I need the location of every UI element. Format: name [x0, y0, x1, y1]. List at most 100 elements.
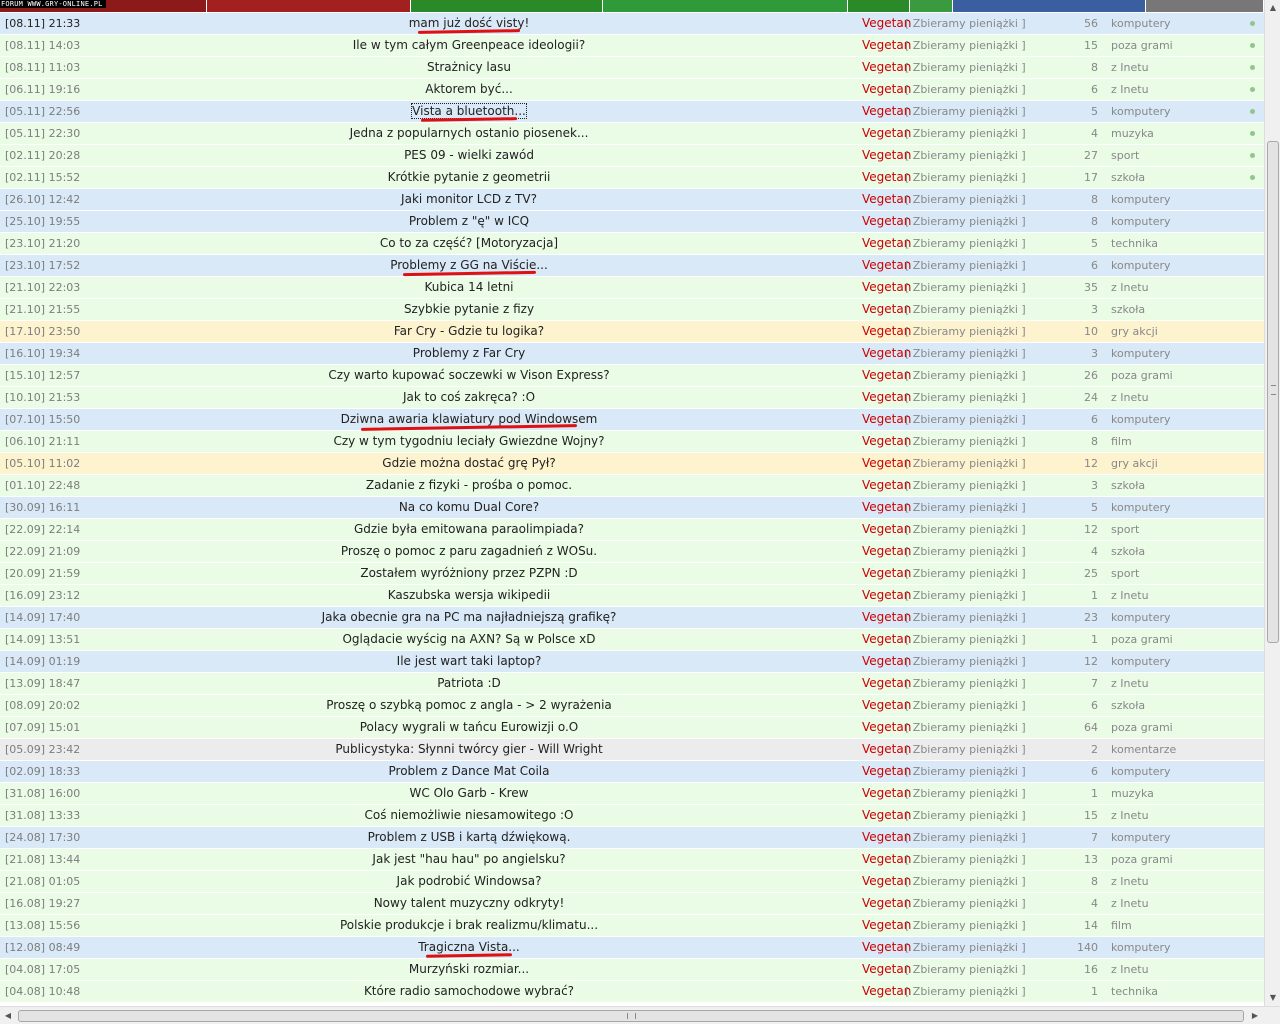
- thread-author-link[interactable]: Vegetan: [862, 959, 911, 980]
- thread-row[interactable]: [13.09] 18:47 Patriota :D Vegetan[ Zbieram…: [0, 673, 1264, 695]
- thread-row[interactable]: [07.10] 15:50 Dziwna awaria klawiatury po…: [0, 409, 1264, 431]
- thread-author-link[interactable]: Vegetan: [862, 761, 911, 782]
- thread-category-link[interactable]: gry akcji: [1111, 453, 1158, 474]
- thread-category-link[interactable]: muzyka: [1111, 123, 1154, 144]
- thread-row[interactable]: [24.08] 17:30 Problem z USB i kartą dźwię…: [0, 827, 1264, 849]
- thread-category-link[interactable]: z Inetu: [1111, 387, 1149, 408]
- thread-row[interactable]: [07.09] 15:01 Polacy wygrali w tańcu Euro…: [0, 717, 1264, 739]
- thread-title-link[interactable]: Publicystyka: Słynni twórcy gier - Will …: [320, 739, 618, 760]
- thread-author-link[interactable]: Vegetan: [862, 189, 911, 210]
- thread-author-link[interactable]: Vegetan: [862, 145, 911, 166]
- thread-category-link[interactable]: z Inetu: [1111, 57, 1149, 78]
- thread-title-link[interactable]: Far Cry - Gdzie tu logika?: [320, 321, 618, 342]
- thread-row[interactable]: [16.09] 23:12 Kaszubska wersja wikipedii V…: [0, 585, 1264, 607]
- thread-author-link[interactable]: Vegetan: [862, 871, 911, 892]
- thread-author-link[interactable]: Vegetan: [862, 409, 911, 430]
- thread-title-link[interactable]: Strażnicy lasu: [320, 57, 618, 78]
- thread-row[interactable]: [14.09] 17:40 Jaka obecnie gra na PC ma n…: [0, 607, 1264, 629]
- thread-category-link[interactable]: komputery: [1111, 409, 1171, 430]
- thread-row[interactable]: [16.08] 19:27 Nowy talent muzyczny odkryt…: [0, 893, 1264, 915]
- thread-row[interactable]: [02.11] 15:52 Krótkie pytanie z geometrii…: [0, 167, 1264, 189]
- thread-author-link[interactable]: Vegetan: [862, 519, 911, 540]
- thread-title-link[interactable]: Szybkie pytanie z fizy: [320, 299, 618, 320]
- thread-author-link[interactable]: Vegetan: [862, 607, 911, 628]
- thread-row[interactable]: [15.10] 12:57 Czy warto kupować soczewki …: [0, 365, 1264, 387]
- thread-title-link[interactable]: Czy warto kupować soczewki w Vison Expre…: [320, 365, 618, 386]
- thread-author-link[interactable]: Vegetan: [862, 35, 911, 56]
- thread-author-link[interactable]: Vegetan: [862, 849, 911, 870]
- thread-author-link[interactable]: Vegetan: [862, 783, 911, 804]
- thread-category-link[interactable]: film: [1111, 915, 1132, 936]
- thread-title-link[interactable]: Nowy talent muzyczny odkryty!: [320, 893, 618, 914]
- thread-title-link[interactable]: Gdzie można dostać grę Pył?: [320, 453, 618, 474]
- thread-category-link[interactable]: z Inetu: [1111, 585, 1149, 606]
- thread-row[interactable]: [23.10] 17:52 Problemy z GG na Viście... V…: [0, 255, 1264, 277]
- thread-row[interactable]: [04.08] 10:48 Które radio samochodowe wyb…: [0, 981, 1264, 1003]
- thread-row[interactable]: [31.08] 13:33 Coś niemożliwie niesamowite…: [0, 805, 1264, 827]
- horizontal-scroll-thumb[interactable]: [18, 1010, 1244, 1022]
- thread-row[interactable]: [06.10] 21:11 Czy w tym tygodniu leciały …: [0, 431, 1264, 453]
- thread-author-link[interactable]: Vegetan: [862, 541, 911, 562]
- thread-row[interactable]: [08.11] 14:03 Ile w tym całym Greenpeace …: [0, 35, 1264, 57]
- thread-category-link[interactable]: szkoła: [1111, 541, 1145, 562]
- scroll-up-arrow-icon[interactable]: ▲: [1265, 0, 1280, 16]
- thread-title-link[interactable]: Proszę o pomoc z paru zagadnień z WOSu.: [320, 541, 618, 562]
- thread-category-link[interactable]: muzyka: [1111, 783, 1154, 804]
- scroll-left-arrow-icon[interactable]: ◀: [0, 1008, 16, 1024]
- thread-category-link[interactable]: komputery: [1111, 343, 1171, 364]
- thread-title-link[interactable]: Jak to coś zakręca? :O: [320, 387, 618, 408]
- thread-category-link[interactable]: komputery: [1111, 761, 1171, 782]
- thread-author-link[interactable]: Vegetan: [862, 211, 911, 232]
- thread-title-link[interactable]: Murzyński rozmiar...: [320, 959, 618, 980]
- thread-row[interactable]: [31.08] 16:00 WC Olo Garb - Krew Vegetan[ …: [0, 783, 1264, 805]
- thread-row[interactable]: [21.10] 22:03 Kubica 14 letni Vegetan[ Zbi…: [0, 277, 1264, 299]
- thread-row[interactable]: [05.11] 22:56 Vista a bluetooth... Vegetan…: [0, 101, 1264, 123]
- thread-author-link[interactable]: Vegetan: [862, 805, 911, 826]
- thread-author-link[interactable]: Vegetan: [862, 431, 911, 452]
- thread-category-link[interactable]: komputery: [1111, 101, 1171, 122]
- thread-title-link[interactable]: PES 09 - wielki zawód: [320, 145, 618, 166]
- thread-author-link[interactable]: Vegetan: [862, 299, 911, 320]
- horizontal-scrollbar[interactable]: ◀ ▶: [0, 1006, 1280, 1024]
- thread-row[interactable]: [14.09] 13:51 Oglądacie wyścig na AXN? Są…: [0, 629, 1264, 651]
- thread-title-link[interactable]: Patriota :D: [320, 673, 618, 694]
- thread-title-link[interactable]: Polskie produkcje i brak realizmu/klimat…: [320, 915, 618, 936]
- thread-category-link[interactable]: komputery: [1111, 607, 1171, 628]
- thread-title-link[interactable]: Jaka obecnie gra na PC ma najładniejszą …: [320, 607, 618, 628]
- thread-category-link[interactable]: poza grami: [1111, 849, 1173, 870]
- thread-title-link[interactable]: Jedna z popularnych ostanio piosenek...: [320, 123, 618, 144]
- thread-title-link[interactable]: Które radio samochodowe wybrać?: [320, 981, 618, 1002]
- thread-title-link[interactable]: Czy w tym tygodniu leciały Gwiezdne Wojn…: [320, 431, 618, 452]
- thread-row[interactable]: [30.09] 16:11 Na co komu Dual Core? Vegeta…: [0, 497, 1264, 519]
- thread-author-link[interactable]: Vegetan: [862, 827, 911, 848]
- thread-row[interactable]: [17.10] 23:50 Far Cry - Gdzie tu logika? V…: [0, 321, 1264, 343]
- thread-author-link[interactable]: Vegetan: [862, 57, 911, 78]
- thread-title-link[interactable]: Kaszubska wersja wikipedii: [320, 585, 618, 606]
- thread-title-link[interactable]: Problem z Dance Mat Coila: [320, 761, 618, 782]
- thread-category-link[interactable]: sport: [1111, 145, 1139, 166]
- thread-category-link[interactable]: technika: [1111, 233, 1158, 254]
- thread-title-link[interactable]: Ile jest wart taki laptop?: [320, 651, 618, 672]
- scroll-down-arrow-icon[interactable]: ▼: [1265, 990, 1280, 1006]
- thread-title-link[interactable]: Aktorem być...: [320, 79, 618, 100]
- thread-row[interactable]: [21.10] 21:55 Szybkie pytanie z fizy Veget…: [0, 299, 1264, 321]
- thread-category-link[interactable]: z Inetu: [1111, 805, 1149, 826]
- thread-title-link[interactable]: Zostałem wyróżniony przez PZPN :D: [320, 563, 618, 584]
- thread-category-link[interactable]: komputery: [1111, 13, 1171, 34]
- thread-row[interactable]: [08.11] 21:33 mam już dość visty! Vegetan[…: [0, 13, 1264, 35]
- thread-title-link[interactable]: WC Olo Garb - Krew: [320, 783, 618, 804]
- thread-author-link[interactable]: Vegetan: [862, 915, 911, 936]
- vertical-scroll-thumb[interactable]: [1267, 141, 1279, 643]
- thread-category-link[interactable]: poza grami: [1111, 717, 1173, 738]
- thread-category-link[interactable]: technika: [1111, 981, 1158, 1002]
- thread-author-link[interactable]: Vegetan: [862, 233, 911, 254]
- thread-author-link[interactable]: Vegetan: [862, 717, 911, 738]
- thread-author-link[interactable]: Vegetan: [862, 13, 911, 34]
- thread-category-link[interactable]: szkoła: [1111, 695, 1145, 716]
- thread-author-link[interactable]: Vegetan: [862, 475, 911, 496]
- thread-category-link[interactable]: z Inetu: [1111, 959, 1149, 980]
- thread-author-link[interactable]: Vegetan: [862, 981, 911, 1002]
- thread-title-link[interactable]: Na co komu Dual Core?: [320, 497, 618, 518]
- thread-author-link[interactable]: Vegetan: [862, 167, 911, 188]
- thread-row[interactable]: [05.11] 22:30 Jedna z popularnych ostanio…: [0, 123, 1264, 145]
